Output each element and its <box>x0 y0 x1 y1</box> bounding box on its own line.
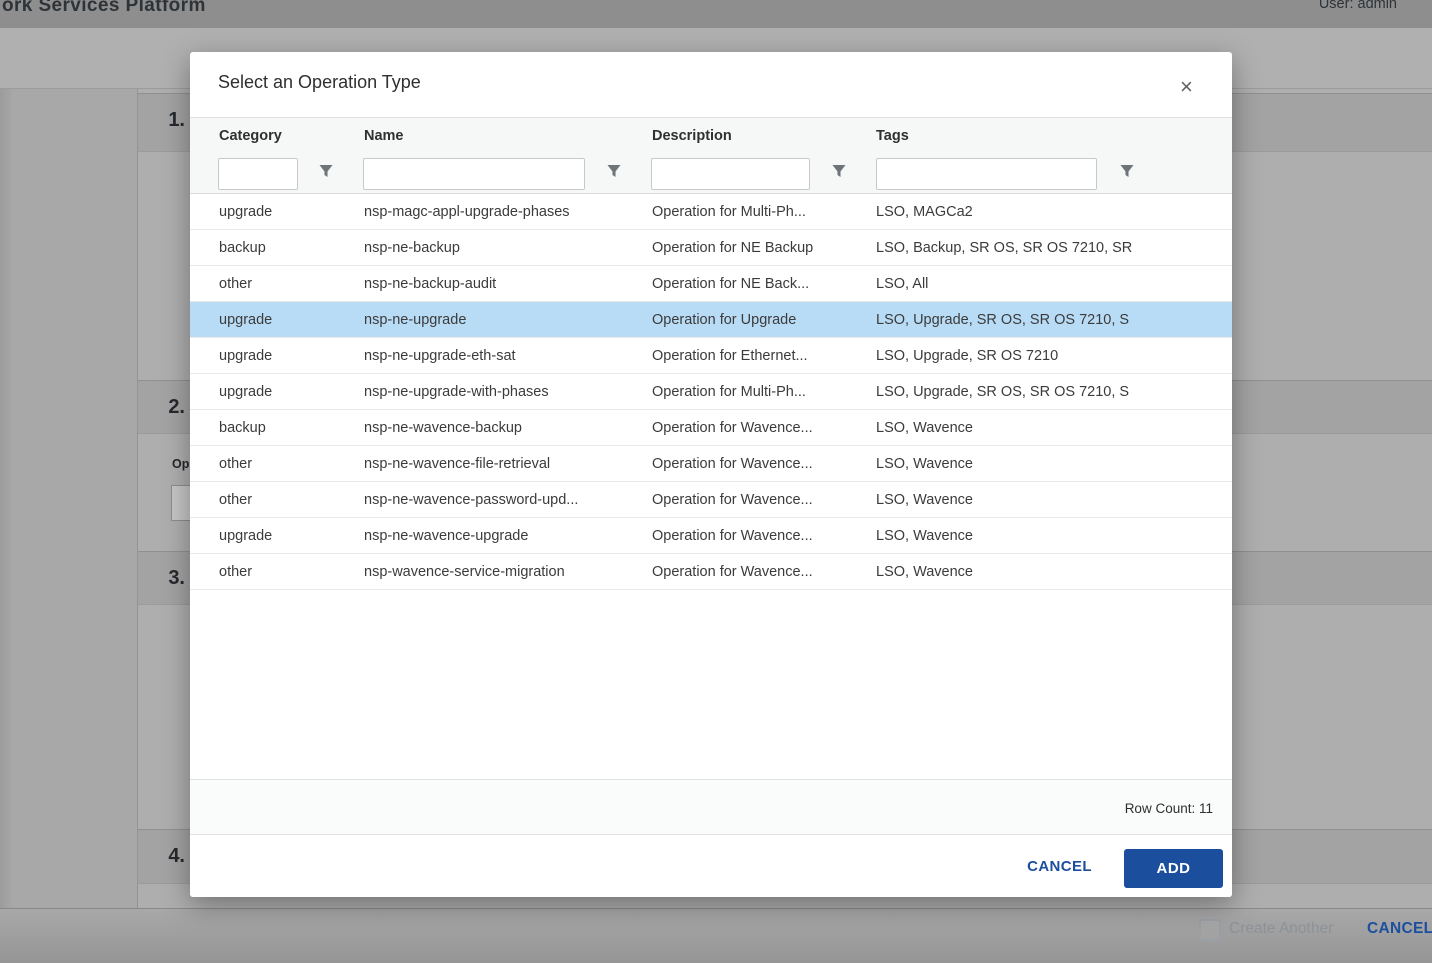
cell-tags: LSO, Upgrade, SR OS, SR OS 7210, S <box>876 312 1129 328</box>
cell-description: Operation for NE Back... <box>652 276 809 292</box>
column-header-category[interactable]: Category <box>219 128 282 144</box>
left-rail <box>0 89 138 908</box>
table-row[interactable]: other nsp-wavence-service-migration Oper… <box>190 554 1232 590</box>
section-number: 3. <box>138 567 185 590</box>
category-filter-input[interactable] <box>218 158 298 190</box>
cell-category: other <box>219 456 252 472</box>
cell-category: upgrade <box>219 384 272 400</box>
cell-tags: LSO, Wavence <box>876 456 973 472</box>
cell-name: nsp-ne-upgrade <box>364 312 466 328</box>
description-filter-input[interactable] <box>651 158 810 190</box>
cell-name: nsp-ne-wavence-upgrade <box>364 528 528 544</box>
cell-category: upgrade <box>219 528 272 544</box>
cell-name: nsp-ne-upgrade-with-phases <box>364 384 549 400</box>
table-row[interactable]: upgrade nsp-ne-wavence-upgrade Operation… <box>190 518 1232 554</box>
table-row[interactable]: other nsp-ne-wavence-file-retrieval Oper… <box>190 446 1232 482</box>
cell-tags: LSO, Upgrade, SR OS 7210 <box>876 348 1058 364</box>
cell-name: nsp-magc-appl-upgrade-phases <box>364 204 570 220</box>
cell-category: backup <box>219 240 266 256</box>
name-filter-input[interactable] <box>363 158 585 190</box>
cell-name: nsp-ne-backup-audit <box>364 276 496 292</box>
cell-name: nsp-ne-wavence-file-retrieval <box>364 456 550 472</box>
column-header-description[interactable]: Description <box>652 128 732 144</box>
cell-description: Operation for Multi-Ph... <box>652 204 806 220</box>
cell-name: nsp-wavence-service-migration <box>364 564 565 580</box>
create-another-label: Create Another <box>1229 920 1333 938</box>
cell-description: Operation for Ethernet... <box>652 348 808 364</box>
table-row[interactable]: other nsp-ne-wavence-password-upd... Ope… <box>190 482 1232 518</box>
cell-category: backup <box>219 420 266 436</box>
dialog-title: Select an Operation Type <box>218 72 421 93</box>
cell-tags: LSO, Upgrade, SR OS, SR OS 7210, S <box>876 384 1129 400</box>
row-count: Row Count: 11 <box>1125 801 1213 816</box>
table-row[interactable]: upgrade nsp-ne-upgrade-eth-sat Operation… <box>190 338 1232 374</box>
cell-tags: LSO, Wavence <box>876 528 973 544</box>
select-operation-type-dialog: Select an Operation Type × Category Name… <box>190 52 1232 897</box>
cell-description: Operation for Wavence... <box>652 420 813 436</box>
section-number: 4. <box>138 845 185 868</box>
cell-description: Operation for Wavence... <box>652 456 813 472</box>
cell-description: Operation for Upgrade <box>652 312 796 328</box>
row-count-bar: Row Count: 11 <box>190 779 1232 835</box>
table-row[interactable]: upgrade nsp-ne-upgrade Operation for Upg… <box>190 302 1232 338</box>
cell-category: upgrade <box>219 312 272 328</box>
cell-category: other <box>219 564 252 580</box>
table-row[interactable]: upgrade nsp-ne-upgrade-with-phases Opera… <box>190 374 1232 410</box>
page-cancel-button[interactable]: CANCEL <box>1367 920 1432 938</box>
filter-icon[interactable] <box>832 164 846 178</box>
cell-description: Operation for Wavence... <box>652 492 813 508</box>
cell-category: other <box>219 492 252 508</box>
tags-filter-input[interactable] <box>876 158 1097 190</box>
cell-name: nsp-ne-wavence-password-upd... <box>364 492 578 508</box>
section-number: 1. <box>138 109 185 132</box>
cell-tags: LSO, MAGCa2 <box>876 204 973 220</box>
cancel-button[interactable]: CANCEL <box>1027 858 1092 875</box>
cell-description: Operation for NE Backup <box>652 240 813 256</box>
cell-tags: LSO, Wavence <box>876 420 973 436</box>
cell-tags: LSO, Wavence <box>876 564 973 580</box>
close-icon[interactable]: × <box>1180 78 1193 96</box>
table-body: upgrade nsp-magc-appl-upgrade-phases Ope… <box>190 194 1232 590</box>
filter-icon[interactable] <box>319 164 333 178</box>
app-header: ork Services Platform User: admin <box>0 0 1432 29</box>
user-label: User: admin <box>1319 0 1397 12</box>
column-header-name[interactable]: Name <box>364 128 404 144</box>
table-header: Category Name Description Tags <box>190 117 1232 194</box>
table-row[interactable]: other nsp-ne-backup-audit Operation for … <box>190 266 1232 302</box>
cell-category: upgrade <box>219 204 272 220</box>
cell-category: upgrade <box>219 348 272 364</box>
cell-name: nsp-ne-upgrade-eth-sat <box>364 348 516 364</box>
cell-description: Operation for Wavence... <box>652 564 813 580</box>
page-footer: Create Another CANCEL <box>0 908 1432 963</box>
dialog-footer: CANCEL ADD <box>190 835 1232 897</box>
create-another-checkbox[interactable] <box>1199 919 1221 941</box>
table-row[interactable]: upgrade nsp-magc-appl-upgrade-phases Ope… <box>190 194 1232 230</box>
cell-description: Operation for Multi-Ph... <box>652 384 806 400</box>
cell-tags: LSO, Wavence <box>876 492 973 508</box>
table-row[interactable]: backup nsp-ne-wavence-backup Operation f… <box>190 410 1232 446</box>
operation-field-label: Op <box>172 457 189 471</box>
cell-tags: LSO, All <box>876 276 928 292</box>
filter-icon[interactable] <box>607 164 621 178</box>
filter-icon[interactable] <box>1120 164 1134 178</box>
screen: ork Services Platform User: admin 1. 2. … <box>0 0 1432 963</box>
cell-description: Operation for Wavence... <box>652 528 813 544</box>
column-header-tags[interactable]: Tags <box>876 128 909 144</box>
table-row[interactable]: backup nsp-ne-backup Operation for NE Ba… <box>190 230 1232 266</box>
cell-name: nsp-ne-backup <box>364 240 460 256</box>
cell-tags: LSO, Backup, SR OS, SR OS 7210, SR <box>876 240 1132 256</box>
add-button[interactable]: ADD <box>1124 849 1223 888</box>
cell-name: nsp-ne-wavence-backup <box>364 420 522 436</box>
app-title: ork Services Platform <box>2 0 206 17</box>
section-number: 2. <box>138 396 185 419</box>
cell-category: other <box>219 276 252 292</box>
